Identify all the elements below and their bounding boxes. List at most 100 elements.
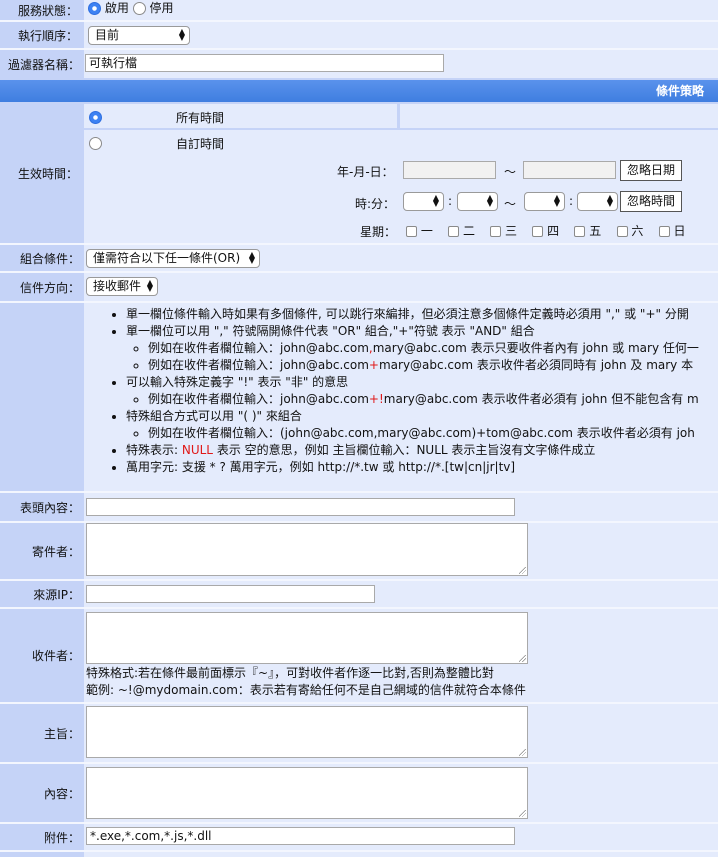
exec-order-label: 執行順序： <box>0 22 84 48</box>
recipient-textarea[interactable] <box>86 612 528 664</box>
effective-time-row: 生效時間： 所有時間 自訂時間 年-月-日： ～ 忽略日期 時:分： ▲ ▼ : … <box>0 104 718 243</box>
subject-row: 主旨： <box>0 704 718 762</box>
help-text: 表示 空的意思，例如 主旨欄位輸入：NULL 表示主旨沒有文字條件成立 <box>213 443 596 457</box>
weekday-checkbox-thu[interactable] <box>532 226 544 237</box>
next-row <box>0 852 718 857</box>
weekday-label: 四 <box>547 224 560 238</box>
all-time-label: 所有時間 <box>176 111 225 125</box>
help-content: 單一欄位條件輸入時如果有多個條件, 可以跳行來編排，但必須注意多個條件定義時必須… <box>84 303 718 491</box>
sender-label: 寄件者： <box>0 523 84 579</box>
all-time-radio[interactable] <box>89 111 102 124</box>
combine-selected: 僅需符合以下任一條件(OR) <box>93 251 241 265</box>
help-text: 特殊組合方式可以用 "( )" 來組合 <box>126 409 302 423</box>
help-operator: + <box>368 358 379 372</box>
exec-order-row: 執行順序： 目前 ▲ ▼ <box>0 22 718 48</box>
header-content-value <box>84 493 718 521</box>
attachment-row: 附件： *.exe,*.com,*.js,*.dll <box>0 824 718 850</box>
filter-name-row: 過濾器名稱： 可執行檔 <box>0 50 718 78</box>
weekday-checkbox-tue[interactable] <box>448 226 460 237</box>
time-label: 時:分： <box>355 197 396 211</box>
help-text: mary@abc.com 表示只要收件者內有 john 或 mary 任何一 <box>372 341 699 355</box>
effective-time-label: 生效時間： <box>0 104 84 243</box>
combine-row: 組合條件： 僅需符合以下任一條件(OR) ▲ ▼ <box>0 245 718 271</box>
select-arrows-icon: ▲ ▼ <box>553 193 560 208</box>
time-colon: : <box>448 194 453 208</box>
attachment-input[interactable]: *.exe,*.com,*.js,*.dll <box>86 827 515 845</box>
help-text: 可以輸入特殊定義字 "!" 表示 "非" 的意思 <box>126 375 349 389</box>
help-operator: +! <box>368 392 384 406</box>
content-label: 內容： <box>0 764 84 822</box>
ignore-date-button[interactable]: 忽略日期 <box>620 160 683 181</box>
help-row: 單一欄位條件輸入時如果有多個條件, 可以跳行來編排，但必須注意多個條件定義時必須… <box>0 303 718 491</box>
source-ip-value <box>84 581 718 607</box>
week-label: 星期： <box>360 225 397 239</box>
recipient-value: 特殊格式:若在條件最前面標示『~』，可對收件者作逐一比對,否則為整體比對 範例:… <box>84 609 718 702</box>
combine-select[interactable]: 僅需符合以下任一條件(OR) ▲ ▼ <box>86 249 260 268</box>
subject-label: 主旨： <box>0 704 84 762</box>
combine-value: 僅需符合以下任一條件(OR) ▲ ▼ <box>84 245 718 271</box>
help-example: 例如在收件者欄位輸入：john@abc.com,mary@abc.com 表示只… <box>148 340 718 357</box>
enable-label: 啟用 <box>104 1 129 15</box>
source-ip-label: 來源IP： <box>0 581 84 607</box>
help-text: 單一欄位可以用 "," 符號隔開條件代表 "OR" 組合,"+"符號 表示 "A… <box>126 324 535 338</box>
weekday-checkbox-fri[interactable] <box>574 226 586 237</box>
direction-row: 信件方向： 接收郵件 ▲ ▼ <box>0 273 718 301</box>
help-text: 例如在收件者欄位輸入：john@abc.com <box>148 341 369 355</box>
help-item: 單一欄位可以用 "," 符號隔開條件代表 "OR" 組合,"+"符號 表示 "A… <box>126 323 718 374</box>
weekday-checkbox-sun[interactable] <box>658 226 670 237</box>
help-item: 特殊組合方式可以用 "( )" 來組合 例如在收件者欄位輸入：(john@abc… <box>126 408 718 442</box>
attachment-label: 附件： <box>0 824 84 850</box>
select-arrows-icon: ▲ ▼ <box>486 193 493 208</box>
service-status-row: 服務狀態： 啟用 停用 <box>0 0 718 20</box>
end-hour-select[interactable]: ▲ ▼ <box>524 192 565 211</box>
weekday-checkbox-mon[interactable] <box>406 226 417 237</box>
help-example: 例如在收件者欄位輸入：(john@abc.com,mary@abc.com)+t… <box>148 425 718 442</box>
header-content-input[interactable] <box>86 498 515 516</box>
source-ip-input[interactable] <box>86 585 375 603</box>
custom-time-label: 自訂時間 <box>176 137 225 151</box>
help-example: 例如在收件者欄位輸入：john@abc.com+mary@abc.com 表示收… <box>148 357 718 374</box>
start-hour-select[interactable]: ▲ ▼ <box>403 192 444 211</box>
weekday-checkbox-wed[interactable] <box>490 226 502 237</box>
disable-radio[interactable] <box>132 2 146 15</box>
effective-time-value: 所有時間 自訂時間 年-月-日： ～ 忽略日期 時:分： ▲ ▼ : ▲ ▼ ～ ▲… <box>84 104 718 243</box>
end-minute-select[interactable]: ▲ ▼ <box>577 192 618 211</box>
select-arrows-icon: ▲ ▼ <box>606 193 613 208</box>
weekday-label: 五 <box>589 224 602 238</box>
help-text: mary@abc.com 表示收件者必須同時有 john 及 mary 本 <box>378 358 694 372</box>
next-row-value <box>84 852 718 857</box>
help-example: 例如在收件者欄位輸入：john@abc.com+!mary@abc.com 表示… <box>148 391 718 408</box>
custom-time-radio[interactable] <box>89 137 102 150</box>
section-title-bar: 條件策略 <box>0 80 718 102</box>
help-label-cell <box>0 303 84 491</box>
subject-textarea[interactable] <box>86 706 528 758</box>
date-tilde: ～ <box>504 165 517 179</box>
content-textarea[interactable] <box>86 767 528 819</box>
service-status-label: 服務狀態： <box>0 0 84 20</box>
enable-radio[interactable] <box>88 2 101 15</box>
filter-name-input[interactable]: 可執行檔 <box>85 54 444 72</box>
select-arrows-icon: ▲ ▼ <box>178 27 185 42</box>
weekday-checkbox-sat[interactable] <box>616 226 628 237</box>
select-arrows-icon: ▲ ▼ <box>248 250 255 265</box>
sender-row: 寄件者： <box>0 523 718 579</box>
weekday-label: 二 <box>462 224 475 238</box>
exec-order-value: 目前 ▲ ▼ <box>84 22 718 48</box>
service-status-value: 啟用 停用 <box>84 0 718 20</box>
start-date-input[interactable] <box>403 161 496 179</box>
help-text: 特殊表示: <box>126 443 182 457</box>
sender-textarea[interactable] <box>86 523 528 576</box>
help-text: 例如在收件者欄位輸入：john@abc.com <box>148 358 369 372</box>
direction-value: 接收郵件 ▲ ▼ <box>84 273 718 301</box>
direction-label: 信件方向： <box>0 273 84 301</box>
ignore-time-button[interactable]: 忽略時間 <box>620 191 683 212</box>
exec-order-select[interactable]: 目前 ▲ ▼ <box>88 26 190 45</box>
direction-select[interactable]: 接收郵件 ▲ ▼ <box>86 277 158 296</box>
attachment-value: *.exe,*.com,*.js,*.dll <box>84 824 718 850</box>
help-text: 例如在收件者欄位輸入：john@abc.com <box>148 392 369 406</box>
recipient-note: 特殊格式:若在條件最前面標示『~』，可對收件者作逐一比對,否則為整體比對 範例:… <box>86 665 526 699</box>
content-value <box>84 764 718 822</box>
filter-name-label: 過濾器名稱： <box>0 50 84 78</box>
end-date-input[interactable] <box>523 161 616 179</box>
start-minute-select[interactable]: ▲ ▼ <box>457 192 498 211</box>
